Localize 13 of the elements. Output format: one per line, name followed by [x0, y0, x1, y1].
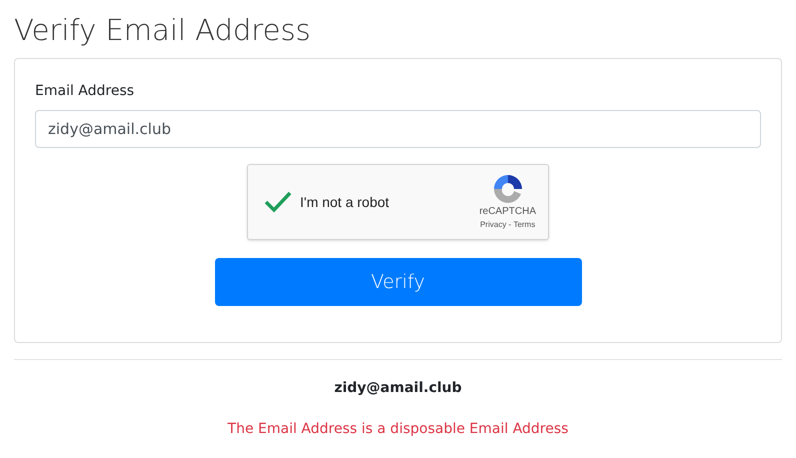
- result-message: The Email Address is a disposable Email Address: [228, 420, 568, 439]
- page-title: Verify Email Address: [14, 12, 312, 49]
- captcha-brand: reCAPTCHA: [479, 205, 536, 219]
- result-email: zidy@amail.club: [334, 379, 462, 398]
- email-field[interactable]: zidy@amail.club: [35, 110, 761, 148]
- link-separator: -: [508, 219, 512, 231]
- verify-button[interactable]: Verify: [214, 258, 582, 306]
- privacy-link[interactable]: Privacy: [480, 219, 506, 231]
- recaptcha-logo-icon: [492, 173, 524, 205]
- captcha-label: I'm not a robot: [300, 192, 390, 212]
- checkmark-icon: [264, 191, 292, 213]
- terms-link[interactable]: Terms: [513, 219, 536, 231]
- field-label: Email Address: [35, 82, 136, 101]
